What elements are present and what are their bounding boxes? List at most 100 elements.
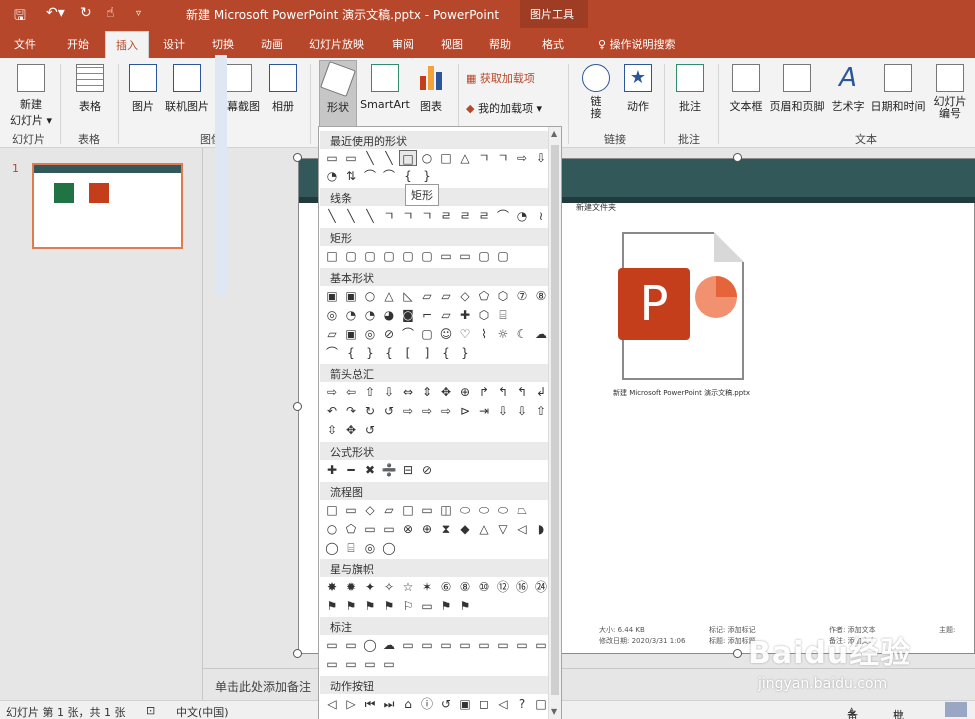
shape-option-icon[interactable]: ▽ — [494, 521, 512, 537]
shape-option-icon[interactable]: ◎ — [323, 307, 341, 323]
shape-option-icon[interactable]: ▭ — [342, 502, 360, 518]
shape-option-icon[interactable]: ▣ — [342, 288, 360, 304]
shape-option-icon[interactable]: ✥ — [342, 422, 360, 438]
shape-option-icon[interactable]: ☺ — [437, 326, 455, 342]
shape-option-icon[interactable]: ◕ — [380, 307, 398, 323]
shape-option-icon[interactable]: ⊗ — [399, 521, 417, 537]
undo-icon[interactable]: ↶▾ — [46, 5, 65, 21]
shape-option-icon[interactable]: ⌐ — [418, 307, 436, 323]
shape-option-icon[interactable]: ↺ — [361, 422, 379, 438]
shape-option-icon[interactable]: ⌒ — [380, 168, 398, 184]
shape-option-icon[interactable]: ◁ — [323, 696, 341, 712]
shape-option-icon[interactable]: ▭ — [361, 521, 379, 537]
shape-option-icon[interactable]: ▣ — [456, 696, 474, 712]
shape-option-icon[interactable]: □ — [399, 502, 417, 518]
shape-option-icon[interactable]: ▭ — [323, 637, 341, 653]
shape-option-icon[interactable]: ▢ — [475, 248, 493, 264]
shape-option-icon[interactable]: ☾ — [513, 326, 531, 342]
shape-option-icon[interactable]: ⑧ — [532, 288, 550, 304]
shape-option-icon[interactable]: ⏭ — [380, 696, 398, 712]
shape-option-icon[interactable]: ◔ — [342, 307, 360, 323]
shape-option-icon[interactable]: ▭ — [418, 598, 436, 614]
language-status[interactable]: 中文(中国) — [176, 704, 229, 719]
shape-option-icon[interactable]: ㄱ — [475, 150, 493, 166]
shape-option-icon[interactable]: ⚑ — [361, 598, 379, 614]
shape-option-icon[interactable]: } — [361, 345, 379, 361]
action-button[interactable]: ★ 动作 — [620, 64, 656, 114]
shape-option-icon[interactable]: ⚑ — [456, 598, 474, 614]
save-icon[interactable]: 🖫 — [14, 5, 26, 29]
shape-option-icon[interactable]: ▭ — [494, 637, 512, 653]
shape-option-icon[interactable]: ▱ — [437, 307, 455, 323]
shape-option-icon[interactable]: ▢ — [342, 248, 360, 264]
shape-option-icon[interactable]: ▢ — [380, 248, 398, 264]
slide-number-button[interactable]: 幻灯片 编号 — [928, 64, 972, 120]
shape-option-icon[interactable]: ⇨ — [513, 150, 531, 166]
shape-option-icon[interactable]: ✚ — [323, 462, 341, 478]
shape-option-icon[interactable]: ⓘ — [418, 696, 436, 712]
shape-option-icon[interactable]: ▭ — [456, 248, 474, 264]
resize-handle[interactable] — [733, 649, 742, 658]
shape-option-icon[interactable]: ◎ — [361, 326, 379, 342]
shape-option-icon[interactable]: ⬠ — [342, 521, 360, 537]
shape-option-icon[interactable]: ▢ — [418, 248, 436, 264]
shape-option-icon[interactable]: ◯ — [380, 540, 398, 556]
shape-option-icon[interactable]: ㄱ — [399, 208, 417, 224]
shape-option-icon[interactable]: ⑦ — [513, 288, 531, 304]
shape-option-icon[interactable]: ⬭ — [475, 502, 493, 518]
tab-transitions[interactable]: 切换 — [212, 36, 234, 52]
shape-option-icon[interactable]: ✦ — [361, 579, 379, 595]
shape-option-icon[interactable]: ▣ — [342, 326, 360, 342]
shape-option-icon[interactable]: ▭ — [418, 502, 436, 518]
comment-button[interactable]: 批注 — [672, 64, 708, 114]
resize-handle[interactable] — [293, 153, 302, 162]
shape-option-icon[interactable]: ━ — [342, 462, 360, 478]
shape-option-icon[interactable]: ◔ — [513, 208, 531, 224]
shape-option-icon[interactable]: ↷ — [342, 403, 360, 419]
shape-option-icon[interactable]: ▱ — [437, 288, 455, 304]
shape-option-icon[interactable]: ➗ — [380, 462, 398, 478]
shape-option-icon[interactable]: ⇥ — [475, 403, 493, 419]
shape-option-icon[interactable]: ↺ — [437, 696, 455, 712]
datetime-button[interactable]: 日期和时间 — [868, 64, 928, 114]
shape-option-icon[interactable]: ⑥ — [437, 579, 455, 595]
shape-option-icon[interactable]: ⇩ — [380, 384, 398, 400]
shape-option-icon[interactable]: ▭ — [342, 150, 360, 166]
accessibility-icon[interactable]: ⊡ — [146, 704, 155, 717]
shape-option-icon[interactable]: □ — [532, 696, 550, 712]
shape-option-icon[interactable]: ◯ — [323, 540, 341, 556]
shape-option-icon[interactable]: ▱ — [323, 326, 341, 342]
shape-option-icon[interactable]: ▭ — [380, 521, 398, 537]
shape-option-icon[interactable]: ▱ — [418, 288, 436, 304]
shape-option-icon[interactable]: △ — [475, 521, 493, 537]
shape-option-icon[interactable]: ╲ — [323, 208, 341, 224]
shape-option-icon[interactable]: ⚑ — [437, 598, 455, 614]
shape-option-icon[interactable]: ⊳ — [456, 403, 474, 419]
shape-option-icon[interactable]: ◻ — [475, 696, 493, 712]
shape-option-icon[interactable]: ✥ — [437, 384, 455, 400]
shape-option-icon[interactable]: ⌂ — [399, 696, 417, 712]
shape-option-icon[interactable]: ⬡ — [494, 288, 512, 304]
shape-option-icon[interactable]: ⇧ — [532, 403, 550, 419]
shape-option-icon[interactable]: ? — [513, 696, 531, 712]
shape-option-icon[interactable]: { — [399, 168, 417, 184]
redo-icon[interactable]: ↻ — [80, 5, 92, 21]
shape-option-icon[interactable]: ▭ — [399, 637, 417, 653]
shape-option-icon[interactable]: ⇧ — [361, 384, 379, 400]
shape-option-icon[interactable]: ⑯ — [513, 579, 531, 595]
shape-option-icon[interactable]: ▭ — [323, 150, 341, 166]
shape-option-icon[interactable]: ㄱ — [418, 208, 436, 224]
shape-option-icon[interactable]: ⚑ — [323, 598, 341, 614]
tab-home[interactable]: 开始 — [67, 36, 89, 52]
shape-option-icon[interactable]: △ — [380, 288, 398, 304]
shape-option-icon[interactable]: ↺ — [380, 403, 398, 419]
shape-option-icon[interactable]: ▭ — [532, 637, 550, 653]
shape-option-icon[interactable]: ⇩ — [494, 403, 512, 419]
shape-option-icon[interactable]: ⇕ — [418, 384, 436, 400]
normal-view-icon[interactable] — [945, 702, 967, 717]
shape-option-icon[interactable]: ☼ — [494, 326, 512, 342]
shape-option-icon[interactable]: ◔ — [323, 168, 341, 184]
shape-option-icon[interactable]: ⇨ — [323, 384, 341, 400]
shape-option-icon[interactable]: ✚ — [456, 307, 474, 323]
link-button[interactable]: 链 接 — [578, 64, 614, 120]
